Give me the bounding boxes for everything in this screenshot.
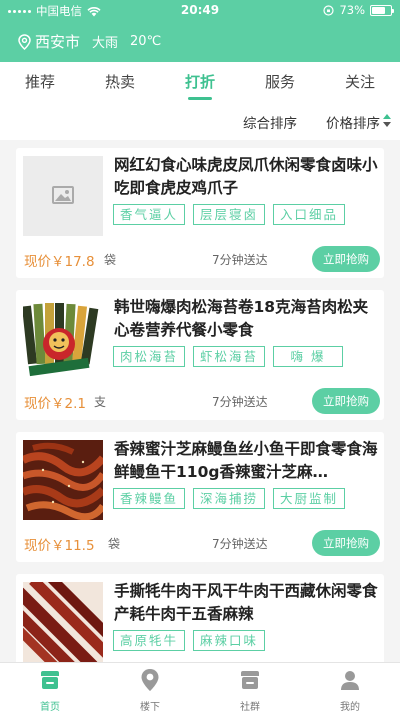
- product-list: 网红幻食心味虎皮凤爪休闲零食卤味小吃即食虎皮鸡爪子 香气逼人 层层寝卤 入口细品…: [0, 140, 400, 662]
- nav-label: 首页: [40, 702, 60, 711]
- product-unit: 袋: [108, 537, 121, 551]
- placeholder-image-icon: [23, 156, 103, 236]
- status-bar: 中国电信 20:49 73%: [0, 0, 400, 22]
- nav-community[interactable]: 社群: [200, 663, 300, 711]
- sort-price-button[interactable]: 价格排序: [326, 112, 380, 132]
- product-tag: 高原牦牛: [113, 630, 186, 651]
- product-card[interactable]: 网红幻食心味虎皮凤爪休闲零食卤味小吃即食虎皮鸡爪子 香气逼人 层层寝卤 入口细品…: [16, 148, 384, 278]
- product-image[interactable]: [23, 440, 103, 520]
- weather-text: 大雨: [92, 36, 119, 51]
- category-tabs: 推荐 热卖 打折 服务 关注: [0, 62, 400, 102]
- home-icon: [41, 671, 59, 689]
- product-tag: 嗨 爆: [273, 346, 344, 367]
- product-tag: 大厨监制: [273, 488, 346, 509]
- product-card[interactable]: 手撕牦牛肉干风干牛肉干西藏休闲零食产耗牛肉干五香麻辣 高原牦牛 麻辣口味: [16, 574, 384, 662]
- sort-arrows-icon[interactable]: [383, 114, 391, 128]
- nav-downstairs[interactable]: 楼下: [100, 663, 200, 711]
- product-title[interactable]: 韩世嗨爆肉松海苔卷18克海苔肉松夹心卷营养代餐小零食: [114, 296, 378, 342]
- product-title[interactable]: 网红幻食心味虎皮凤爪休闲零食卤味小吃即食虎皮鸡爪子: [114, 154, 378, 200]
- tab-discount[interactable]: 打折: [160, 62, 240, 102]
- product-tags: 香辣鳗鱼 深海捕捞 大厨监制: [113, 488, 346, 509]
- product-unit: 支: [94, 395, 107, 409]
- product-tag: 香气逼人: [113, 204, 186, 225]
- product-tags: 香气逼人 层层寝卤 入口细品: [113, 204, 346, 225]
- product-image[interactable]: [23, 582, 103, 662]
- sort-bar: 综合排序 价格排序: [0, 102, 400, 140]
- product-tag: 麻辣口味: [193, 630, 266, 651]
- temperature-text: 20℃: [130, 34, 162, 49]
- battery-percent: 73%: [339, 3, 365, 17]
- eel-strips-photo: [23, 440, 103, 520]
- nav-label: 社群: [240, 702, 260, 711]
- product-image[interactable]: [23, 298, 103, 378]
- nav-home[interactable]: 首页: [0, 663, 100, 711]
- product-image[interactable]: [23, 156, 103, 236]
- nav-mine[interactable]: 我的: [300, 663, 400, 711]
- battery-icon: [370, 4, 394, 16]
- product-tags: 高原牦牛 麻辣口味: [113, 630, 266, 651]
- product-title[interactable]: 香辣蜜汁芝麻鳗鱼丝小鱼干即食零食海鲜鳗鱼干110g香辣蜜汁芝麻…: [114, 438, 378, 484]
- tab-follow[interactable]: 关注: [320, 62, 400, 102]
- delivery-time: 7分钟送达: [212, 253, 268, 267]
- buy-now-button[interactable]: 立即抢购: [312, 388, 380, 414]
- product-tag: 层层寝卤: [193, 204, 266, 225]
- tab-service[interactable]: 服务: [240, 62, 320, 102]
- location-pin-icon: [141, 669, 159, 691]
- location-pin-icon: [18, 33, 31, 50]
- product-unit: 袋: [104, 253, 117, 267]
- app-header: 中国电信 20:49 73% 西安市 大雨 20℃: [0, 0, 400, 62]
- buy-now-button[interactable]: 立即抢购: [312, 246, 380, 272]
- community-icon: [241, 671, 259, 689]
- product-tag: 虾松海苔: [193, 346, 266, 367]
- product-card[interactable]: 韩世嗨爆肉松海苔卷18克海苔肉松夹心卷营养代餐小零食 肉松海苔 虾松海苔 嗨 爆…: [16, 290, 384, 420]
- tab-hot-sale[interactable]: 热卖: [80, 62, 160, 102]
- bottom-nav: 首页 楼下 社群 我的: [0, 662, 400, 711]
- nav-label: 楼下: [140, 702, 160, 711]
- delivery-time: 7分钟送达: [212, 395, 268, 409]
- product-tag: 深海捕捞: [193, 488, 266, 509]
- sort-composite-button[interactable]: 综合排序: [243, 112, 297, 132]
- tab-recommend[interactable]: 推荐: [0, 62, 80, 102]
- product-price: 现价￥2.1: [24, 396, 86, 412]
- product-price: 现价￥11.5: [24, 538, 95, 554]
- location-bar[interactable]: 西安市 大雨 20℃: [18, 31, 161, 52]
- city-name[interactable]: 西安市: [35, 31, 80, 52]
- buy-now-button[interactable]: 立即抢购: [312, 530, 380, 556]
- nav-label: 我的: [340, 702, 360, 711]
- product-tag: 入口细品: [273, 204, 346, 225]
- delivery-time: 7分钟送达: [212, 537, 268, 551]
- user-icon: [341, 671, 359, 690]
- product-card[interactable]: 香辣蜜汁芝麻鳗鱼丝小鱼干即食零食海鲜鳗鱼干110g香辣蜜汁芝麻… 香辣鳗鱼 深海…: [16, 432, 384, 562]
- beef-jerky-photo: [23, 582, 103, 662]
- product-tag: 肉松海苔: [113, 346, 186, 367]
- product-price: 现价￥17.8: [24, 254, 95, 270]
- product-tags: 肉松海苔 虾松海苔 嗨 爆: [113, 346, 344, 367]
- orientation-lock-icon: [323, 4, 335, 16]
- product-tag: 香辣鳗鱼: [113, 488, 186, 509]
- seaweed-roll-photo: [23, 298, 103, 378]
- product-title[interactable]: 手撕牦牛肉干风干牛肉干西藏休闲零食产耗牛肉干五香麻辣: [114, 580, 378, 626]
